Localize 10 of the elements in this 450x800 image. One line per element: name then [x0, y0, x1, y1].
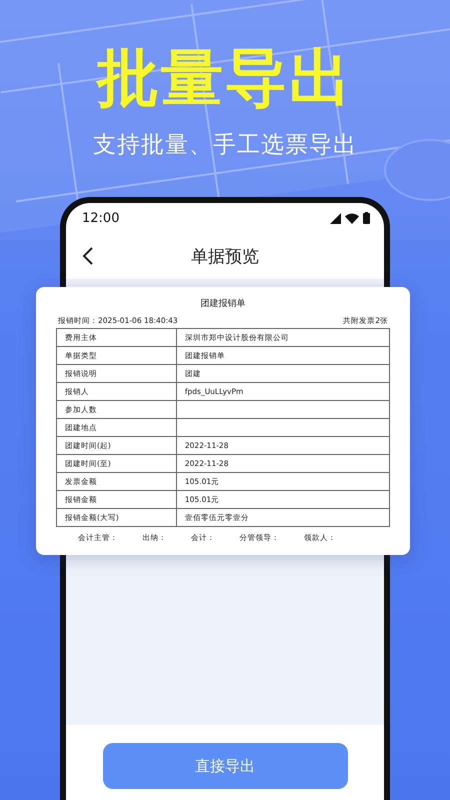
back-icon[interactable] [82, 247, 94, 265]
status-time: 12:00 [82, 210, 120, 226]
document-title: 团建报销单 [200, 298, 246, 310]
nav-title: 单据预览 [191, 246, 259, 268]
wifi-icon [345, 212, 359, 224]
export-button[interactable]: 直接导出 [102, 743, 348, 789]
subtitle: 支持批量、手工选票导出 [93, 131, 357, 160]
battery-icon [363, 212, 370, 224]
signal-icon [330, 212, 341, 224]
headline: 批量导出 [97, 42, 353, 114]
